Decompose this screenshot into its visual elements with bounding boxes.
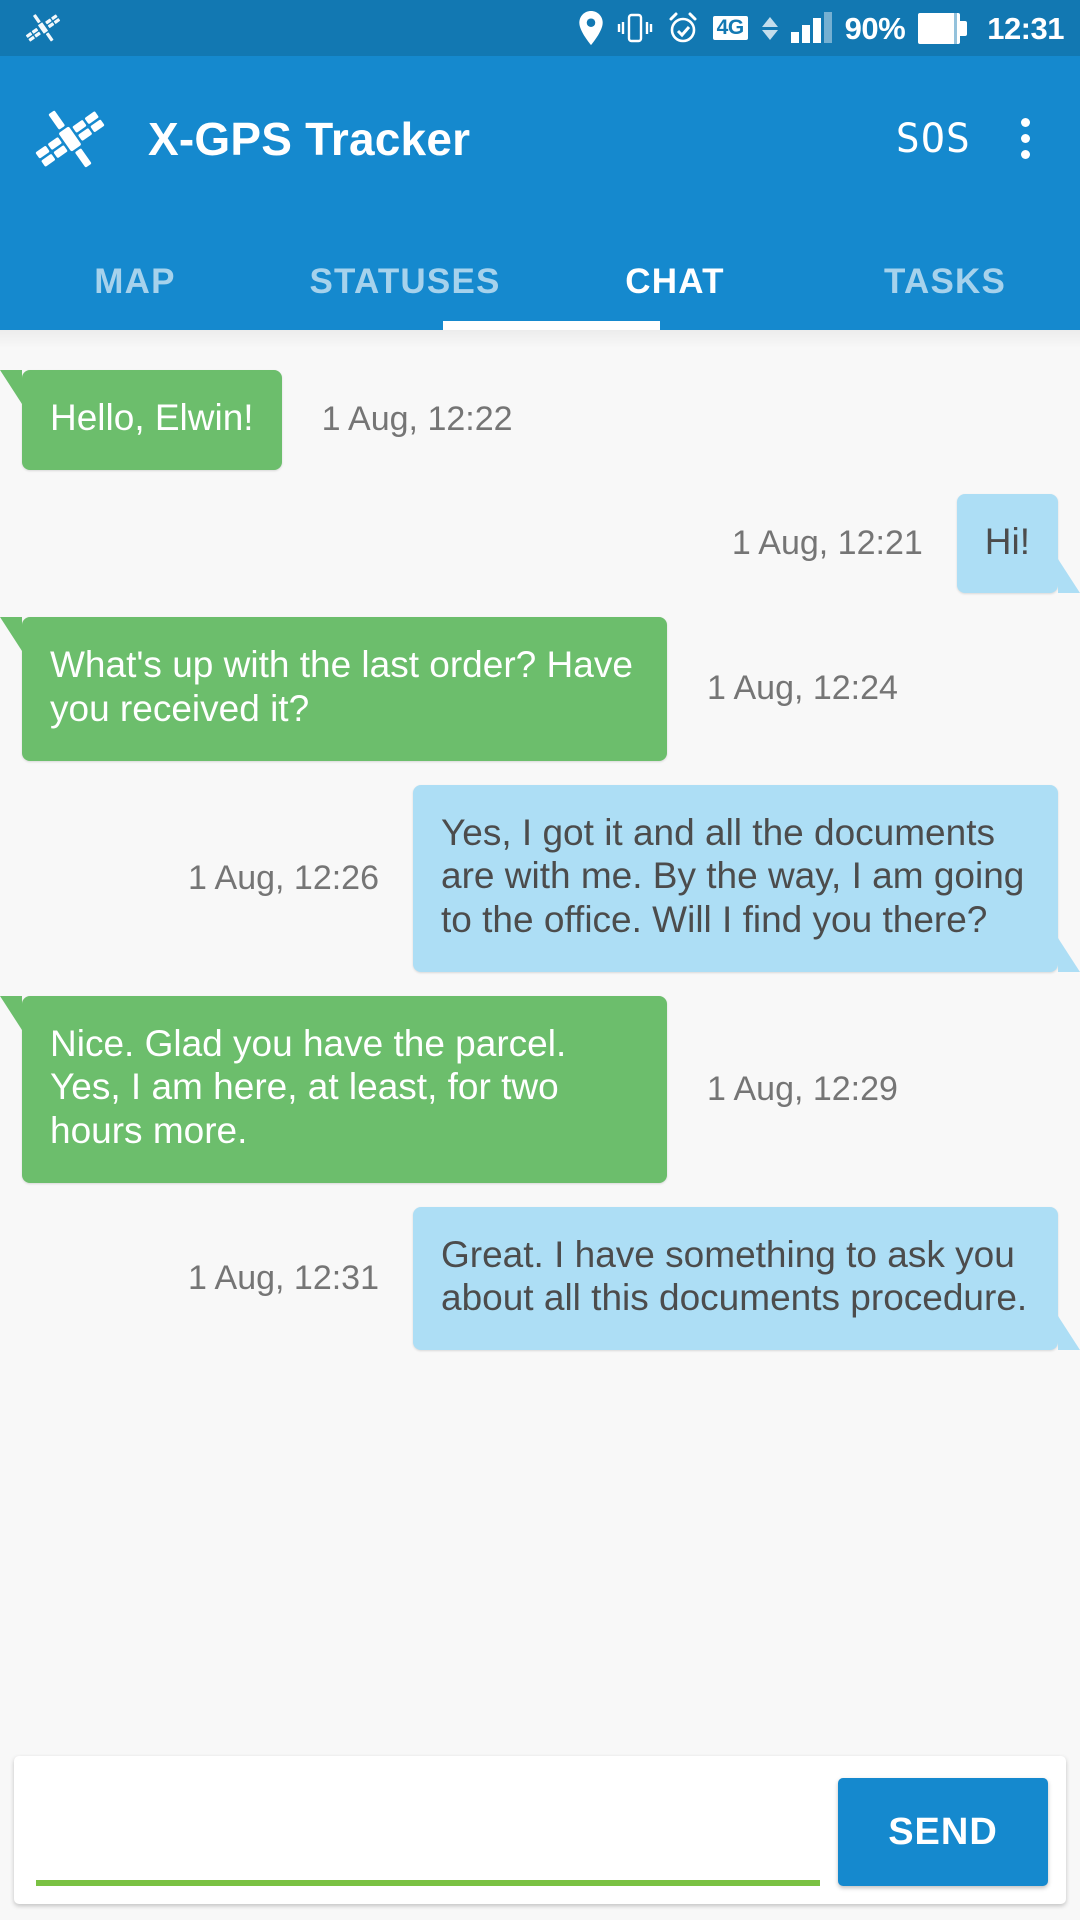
chat-message: 1 Aug, 12:31 Great. I have something to … [0, 1206, 1080, 1351]
battery-icon [918, 12, 968, 44]
vibrate-icon [617, 12, 653, 44]
tab-bar: MAP STATUSES CHAT TASKS [0, 221, 1080, 330]
message-input[interactable] [36, 1828, 820, 1880]
message-bubble-incoming[interactable]: Hi! [956, 493, 1080, 594]
chat-message: Hello, Elwin! 1 Aug, 12:22 [0, 370, 1080, 470]
send-button[interactable]: SEND [838, 1778, 1048, 1886]
message-composer: SEND [0, 1744, 1080, 1920]
message-timestamp: 1 Aug, 12:26 [188, 858, 379, 897]
message-timestamp: 1 Aug, 12:31 [188, 1258, 379, 1297]
app-root: 4G 90% 12:31 X-GPS Tracker SOS MAP STATU… [0, 0, 1080, 1920]
chat-message: What's up with the last order? Have you … [0, 617, 1080, 761]
message-bubble-outgoing[interactable]: Nice. Glad you have the parcel. Yes, I a… [0, 995, 667, 1183]
message-timestamp: 1 Aug, 12:29 [707, 1069, 898, 1108]
data-transfer-icon [761, 16, 778, 40]
input-underline [36, 1880, 820, 1886]
tab-statuses[interactable]: STATUSES [270, 262, 540, 330]
more-vertical-icon[interactable] [1011, 112, 1040, 165]
message-bubble-incoming[interactable]: Great. I have something to ask you about… [413, 1206, 1080, 1351]
composer-card: SEND [14, 1756, 1066, 1904]
location-pin-icon [578, 11, 604, 45]
tab-map[interactable]: MAP [0, 262, 270, 330]
message-bubble-outgoing[interactable]: Hello, Elwin! [0, 370, 282, 470]
status-bar: 4G 90% 12:31 [0, 0, 1080, 56]
message-timestamp: 1 Aug, 12:22 [321, 400, 513, 439]
chat-message: Nice. Glad you have the parcel. Yes, I a… [0, 995, 1080, 1183]
message-timestamp: 1 Aug, 12:24 [707, 669, 898, 708]
app-bar-actions: SOS [896, 112, 1040, 165]
tab-chat[interactable]: CHAT [540, 262, 810, 330]
message-bubble-outgoing[interactable]: What's up with the last order? Have you … [0, 617, 667, 761]
status-bar-system-icons: 4G 90% 12:31 [578, 11, 1064, 45]
signal-strength-icon [790, 12, 832, 43]
message-timestamp: 1 Aug, 12:21 [731, 523, 923, 562]
sos-button[interactable]: SOS [896, 119, 971, 159]
message-bubble-incoming[interactable]: Yes, I got it and all the documents are … [413, 784, 1080, 972]
clock-label: 12:31 [987, 10, 1064, 46]
satellite-icon [22, 7, 64, 49]
battery-percent-label: 90% [844, 10, 906, 46]
chat-message-list[interactable]: Hello, Elwin! 1 Aug, 12:22 1 Aug, 12:21 … [0, 330, 1080, 1920]
chat-message: 1 Aug, 12:21 Hi! [0, 493, 1080, 594]
active-tab-indicator [443, 321, 660, 330]
app-bar: X-GPS Tracker SOS MAP STATUSES CHAT TASK… [0, 56, 1080, 330]
satellite-icon [30, 99, 110, 179]
chat-message: 1 Aug, 12:26 Yes, I got it and all the d… [0, 784, 1080, 972]
network-type-badge: 4G [712, 16, 748, 40]
status-bar-notifications [22, 7, 64, 49]
tab-tasks[interactable]: TASKS [810, 262, 1080, 330]
page-title: X-GPS Tracker [148, 112, 471, 165]
alarm-clock-icon [666, 11, 700, 45]
message-input-field [36, 1778, 820, 1886]
app-bar-top: X-GPS Tracker SOS [0, 56, 1080, 221]
